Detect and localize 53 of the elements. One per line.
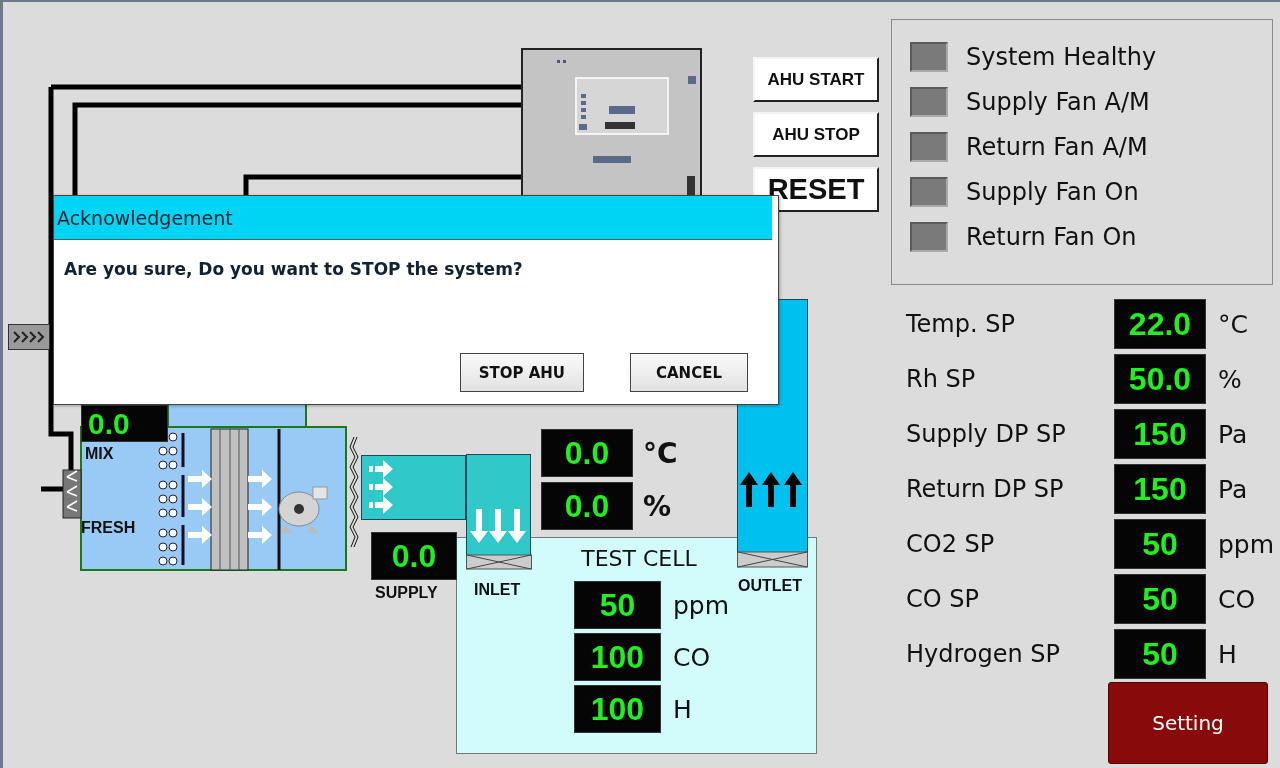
value-display: 50 [573,581,661,629]
unit-label: ppm [1218,529,1275,559]
dialog-button[interactable]: STOP AHU [459,353,584,392]
setpoint-label: Rh SP [906,365,977,393]
value-display[interactable]: 50 [1114,519,1206,569]
dialog-button[interactable]: CANCEL [630,353,748,392]
chevron-grille-icon [8,324,50,350]
lamp-label: Supply Fan A/M [966,88,1150,116]
unit-label: % [643,489,673,523]
value-display[interactable]: 50 [1114,574,1206,624]
unit-label: H [1218,639,1238,669]
value-display: 100 [573,633,661,681]
lamp-label: System Healthy [966,43,1157,71]
unit-label: H [672,694,693,724]
setpoint-label: Temp. SP [906,310,1016,338]
value-display[interactable]: 50 [1114,629,1206,679]
dialog-message: Are you sure, Do you want to STOP the system? [64,259,524,279]
lamp-label: Supply Fan On [966,178,1139,206]
setpoint-label: Supply DP SP [906,420,1067,448]
unit-label: % [1218,364,1243,394]
value-display: 0.0 [371,532,457,580]
mix-label: MIX [85,445,114,463]
unit-label: Pa [1218,474,1249,504]
setpoint-label: CO SP [906,585,980,613]
setting-button[interactable]: Setting [1108,682,1268,764]
unit-label: CO [1218,584,1257,614]
value-display[interactable]: 50.0 [1114,354,1206,404]
lamp-label: Return Fan On [966,223,1137,251]
command-button[interactable]: AHU STOP [753,112,879,157]
setpoint-label: Return DP SP [906,475,1065,503]
value-display: 0.0 [541,429,633,477]
unit-label: °C [1218,309,1249,339]
value-display[interactable]: 150 [1114,409,1206,459]
unit-label: °C [643,436,678,470]
unit-label: CO [672,642,712,672]
setpoint-label: Hydrogen SP [906,640,1062,668]
unit-label: Pa [1218,419,1249,449]
value-display: 0.0 [541,482,633,530]
fresh-label: FRESH [81,519,136,537]
value-display: 100 [573,685,661,733]
value-display[interactable]: 150 [1114,464,1206,514]
test-cell-title: TEST CELL [581,546,697,571]
lamp-label: Return Fan A/M [966,133,1148,161]
setpoint-label: CO2 SP [906,530,996,558]
unit-label: ppm [672,590,730,620]
dialog-title: Acknowledgement [54,196,772,240]
inlet-label: INLET [474,581,521,599]
outlet-label: OUTLET [738,577,802,595]
value-display[interactable]: 22.0 [1114,299,1206,349]
command-button[interactable]: AHU START [753,57,879,102]
value-display: 0.0 [81,405,168,442]
command-button[interactable]: RESET [753,167,879,212]
supply-label: SUPPLY [375,584,438,602]
